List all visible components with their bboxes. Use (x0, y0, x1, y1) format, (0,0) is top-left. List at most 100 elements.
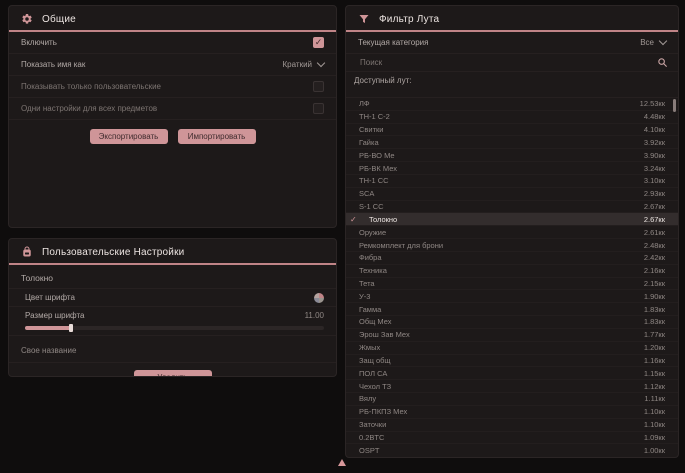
font-color-row[interactable]: Цвет шрифта (9, 288, 336, 306)
loot-item-value: 1.00кк (644, 446, 665, 455)
loot-item-name: S-1 CC (359, 202, 384, 211)
loot-item-name: Гайка (359, 138, 379, 147)
same-settings-row: Одни настройки для всех предметов (9, 98, 336, 120)
font-size-slider[interactable] (25, 326, 324, 330)
loot-item-value: 3.92кк (644, 138, 665, 147)
list-item[interactable]: Жмых 1.20кк (346, 342, 678, 355)
list-item[interactable]: Защ общ1.16кк (346, 355, 678, 368)
category-value: Все (640, 38, 654, 47)
gear-icon (21, 13, 33, 25)
search-input[interactable] (358, 57, 657, 68)
loot-filter-panel: Фильтр Лута Текущая категория Все Доступ… (345, 5, 679, 458)
loot-item-name: РБ-ПКПЗ Мех (359, 407, 407, 416)
loot-item-name: Тета (359, 279, 375, 288)
list-item[interactable]: Ремкомплект для брони 2.48кк (346, 239, 678, 252)
search-icon[interactable] (657, 57, 668, 68)
custom-only-label: Показывать только пользовательские (21, 82, 161, 91)
general-panel-header: Общие (9, 6, 336, 30)
list-item[interactable]: Свитки4.10кк (346, 124, 678, 137)
list-item[interactable]: У-31.90кк (346, 290, 678, 303)
list-item[interactable]: Техника2.16кк (346, 265, 678, 278)
list-item[interactable]: 0.2BTC1.09кк (346, 432, 678, 445)
list-item[interactable]: OSPT1.00кк (346, 444, 678, 456)
loot-item-value: 1.83кк (644, 305, 665, 314)
list-item[interactable]: Тета2.15кк (346, 278, 678, 291)
list-item[interactable]: Гайка 3.92кк (346, 136, 678, 149)
selected-item-name: Толокно (9, 265, 336, 288)
custom-only-checkbox[interactable] (313, 81, 324, 92)
loot-item-value: 1.10кк (644, 407, 665, 416)
user-settings-header: Пользовательские Настройки (9, 239, 336, 263)
name-display-value: Краткий (283, 60, 312, 69)
panel-title: Фильтр Лута (379, 14, 439, 25)
same-settings-checkbox[interactable] (313, 103, 324, 114)
delete-row: Удалить (9, 370, 336, 377)
loot-item-name: РБ-ВО Ме (359, 151, 395, 160)
loot-item-name: ЛФ (359, 99, 370, 108)
category-row: Текущая категория Все (346, 32, 678, 54)
list-item[interactable]: ТН-1 СС3.10кк (346, 175, 678, 188)
loot-item-name: Жмых (359, 343, 380, 352)
loot-item-value: 1.09кк (644, 433, 665, 442)
list-item[interactable]: Общ Мех1.83кк (346, 316, 678, 329)
loot-item-value: 4.10кк (644, 125, 665, 134)
category-select[interactable]: Все (640, 38, 666, 47)
list-item[interactable]: ТН-1 С-24.48кк (346, 111, 678, 124)
list-item[interactable]: РБ-ВК Мех 3.24кк (346, 162, 678, 175)
loot-item-value: 2.67кк (644, 215, 665, 224)
search-row (346, 54, 678, 72)
loot-item-value: 1.10кк (644, 420, 665, 429)
slider-fill (25, 326, 71, 330)
list-item[interactable]: Заточки1.10кк (346, 419, 678, 432)
list-item[interactable]: ЛФ12.53кк (346, 98, 678, 111)
list-item[interactable]: Гамма1.83кк (346, 303, 678, 316)
list-item[interactable]: SCA2.93кк (346, 188, 678, 201)
user-settings-panel: Пользовательские Настройки Толокно Цвет … (8, 238, 337, 377)
loot-item-value: 2.48кк (644, 241, 665, 250)
list-item[interactable]: S-1 CC2.67кк (346, 201, 678, 214)
loot-item-value: 3.24кк (644, 164, 665, 173)
font-size-value: 11.00 (305, 311, 324, 320)
list-item[interactable]: ✓Толокно2.67кк (346, 213, 678, 226)
loot-item-value: 3.10кк (644, 176, 665, 185)
loot-list: ЛФ12.53ккТН-1 С-24.48ккСвитки4.10ккГайка… (346, 97, 678, 456)
loot-item-value: 2.93кк (644, 189, 665, 198)
list-item[interactable]: ПОЛ СА 1.15кк (346, 367, 678, 380)
loot-item-name: Техника (359, 266, 387, 275)
font-size-row: Размер шрифта 11.00 (9, 306, 336, 324)
enable-setting-row: Включить ✓ (9, 32, 336, 54)
list-item[interactable]: Оружие2.61кк (346, 226, 678, 239)
loot-item-value: 1.11кк (644, 394, 665, 403)
list-item[interactable]: Фибра2.42кк (346, 252, 678, 265)
scrollbar-thumb[interactable] (673, 99, 676, 112)
loot-item-name: ПОЛ СА (359, 369, 387, 378)
delete-button[interactable]: Удалить (134, 370, 212, 377)
enable-checkbox[interactable]: ✓ (313, 37, 324, 48)
custom-name-input[interactable] (21, 344, 324, 357)
cursor-marker (338, 459, 346, 466)
list-item[interactable]: Вялу1.11кк (346, 393, 678, 406)
loot-item-name: Ремкомплект для брони (359, 241, 443, 250)
export-button[interactable]: Экспортировать (90, 129, 168, 144)
list-item[interactable]: РБ-ПКПЗ Мех 1.10кк (346, 406, 678, 419)
panel-title: Общие (42, 14, 76, 25)
slider-handle[interactable] (69, 324, 73, 332)
custom-name-row (9, 335, 336, 363)
loot-item-value: 2.42кк (644, 253, 665, 262)
loot-item-name: ТН-1 С-2 (359, 112, 390, 121)
color-wheel-icon[interactable] (314, 293, 324, 303)
funnel-icon (358, 13, 370, 25)
loot-item-name: РБ-ВК Мех (359, 164, 397, 173)
loot-item-value: 1.12кк (644, 382, 665, 391)
name-display-select[interactable]: Краткий (283, 60, 324, 69)
loot-item-value: 1.77кк (644, 330, 665, 339)
list-item[interactable]: Чехол ТЗ1.12кк (346, 380, 678, 393)
panel-title: Пользовательские Настройки (42, 247, 184, 258)
list-item[interactable]: РБ-ВО Ме 3.90кк (346, 149, 678, 162)
loot-item-value: 1.15кк (644, 369, 665, 378)
loot-item-value: 1.20кк (644, 343, 665, 352)
loot-item-value: 3.90кк (644, 151, 665, 160)
loot-item-name: Толокно (369, 215, 397, 224)
list-item[interactable]: Эрош Зав Мех1.77кк (346, 329, 678, 342)
import-button[interactable]: Импортировать (178, 129, 256, 144)
